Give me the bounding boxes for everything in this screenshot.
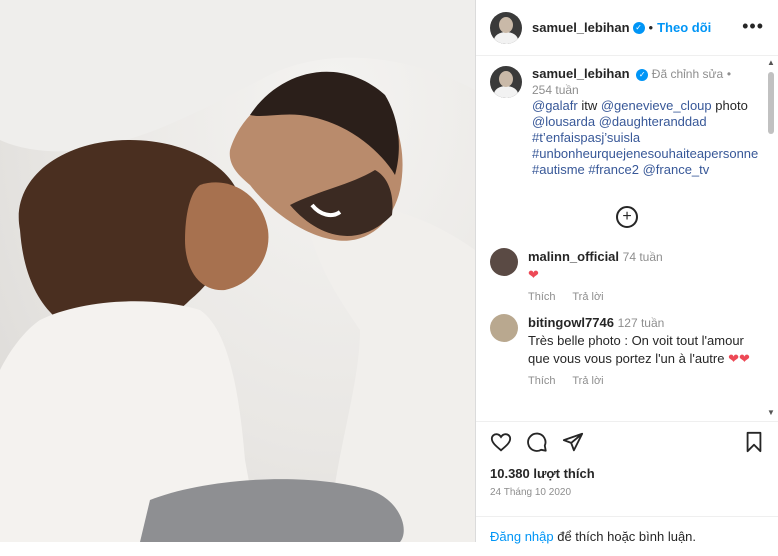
- caption-text: samuel_lebihan ✓ Đã chỉnh sửa • 254 tuần…: [532, 66, 758, 178]
- like-comment-button[interactable]: Thích: [528, 291, 556, 303]
- hashtag-link[interactable]: #unbonheurquejenesouhaiteapersonne: [532, 146, 758, 161]
- mention-link[interactable]: @lousarda: [532, 114, 595, 129]
- edited-label: Đã chỉnh sửa: [651, 67, 724, 81]
- reply-comment-button[interactable]: Trả lời: [572, 375, 603, 387]
- post-date: 24 Tháng 10 2020: [490, 487, 572, 498]
- load-more: +: [490, 204, 764, 228]
- login-prompt: Đăng nhập để thích hoặc bình luận.: [476, 516, 778, 556]
- scroll-up-icon[interactable]: ▲: [767, 58, 775, 67]
- hashtag-link[interactable]: #france2: [588, 162, 639, 177]
- verified-icon: ✓: [632, 21, 645, 34]
- comment-avatar[interactable]: [490, 314, 518, 342]
- comment-item: malinn_official 74 tuần ❤ Thích Trả lời: [490, 248, 764, 306]
- caption-avatar[interactable]: [490, 66, 522, 98]
- caption-time: 254 tuần: [532, 83, 579, 97]
- post-sidebar: samuel_lebihan ✓ • Theo dõi ••• samuel_l…: [475, 0, 778, 544]
- more-options-icon[interactable]: •••: [742, 16, 764, 37]
- comment-actions: Thích Trả lời: [528, 288, 663, 306]
- comment-text: ❤: [528, 267, 539, 282]
- scrollbar-thumb[interactable]: [768, 72, 774, 134]
- separator-dot: •: [648, 20, 654, 35]
- bookmark-icon[interactable]: [744, 431, 764, 456]
- caption-word: photo: [715, 98, 748, 113]
- comment-avatar[interactable]: [490, 248, 518, 276]
- comment-item: bitingowl7746 127 tuần Très belle photo …: [490, 314, 764, 390]
- comment-body: bitingowl7746 127 tuần Très belle photo …: [528, 314, 764, 390]
- plus-circle-icon[interactable]: +: [616, 206, 638, 228]
- meta-separator: •: [726, 67, 732, 81]
- comment-icon[interactable]: [526, 431, 548, 456]
- action-bar: [476, 422, 778, 456]
- caption: samuel_lebihan ✓ Đã chỉnh sửa • 254 tuần…: [490, 56, 764, 178]
- author-username[interactable]: samuel_lebihan: [532, 20, 630, 35]
- comment-actions: Thích Trả lời: [528, 372, 764, 390]
- scroll-down-icon[interactable]: ▼: [767, 408, 775, 417]
- caption-username[interactable]: samuel_lebihan: [532, 66, 630, 81]
- mention-link[interactable]: @france_tv: [643, 162, 710, 177]
- post-header: samuel_lebihan ✓ • Theo dõi •••: [476, 0, 778, 56]
- hashtag-link[interactable]: #t’enfaispasj’suisla: [532, 130, 640, 145]
- comments-scrollbar[interactable]: ▲ ▼: [766, 56, 776, 421]
- mention-link[interactable]: @daughteranddad: [599, 114, 707, 129]
- comment-username[interactable]: bitingowl7746: [528, 315, 614, 330]
- post-photo[interactable]: [0, 0, 475, 542]
- heart-outline-icon[interactable]: [490, 431, 512, 456]
- caption-word: itw: [581, 98, 598, 113]
- comment-text: Très belle photo : On voit tout l'amour …: [528, 333, 744, 366]
- share-icon[interactable]: [562, 431, 584, 456]
- author-avatar[interactable]: [490, 11, 522, 44]
- hashtag-link[interactable]: #autisme: [532, 162, 585, 177]
- comment-username[interactable]: malinn_official: [528, 249, 619, 264]
- likes-count[interactable]: 10.380 lượt thích: [476, 456, 778, 481]
- comment-time: 127 tuần: [617, 316, 665, 330]
- comment-emoji: ❤❤: [728, 351, 750, 366]
- comment-body: malinn_official 74 tuần ❤ Thích Trả lời: [528, 248, 663, 306]
- mention-link[interactable]: @galafr: [532, 98, 578, 113]
- verified-icon: ✓: [636, 68, 649, 81]
- comments-panel[interactable]: samuel_lebihan ✓ Đã chỉnh sửa • 254 tuần…: [476, 56, 764, 421]
- mention-link[interactable]: @genevieve_cloup: [601, 98, 712, 113]
- post-footer: 10.380 lượt thích 24 Tháng 10 2020 Đăng …: [476, 421, 778, 544]
- like-comment-button[interactable]: Thích: [528, 375, 556, 387]
- photo-illustration: [0, 0, 475, 542]
- reply-comment-button[interactable]: Trả lời: [572, 291, 603, 303]
- comment-time: 74 tuần: [622, 250, 663, 264]
- follow-button[interactable]: Theo dõi: [657, 20, 711, 35]
